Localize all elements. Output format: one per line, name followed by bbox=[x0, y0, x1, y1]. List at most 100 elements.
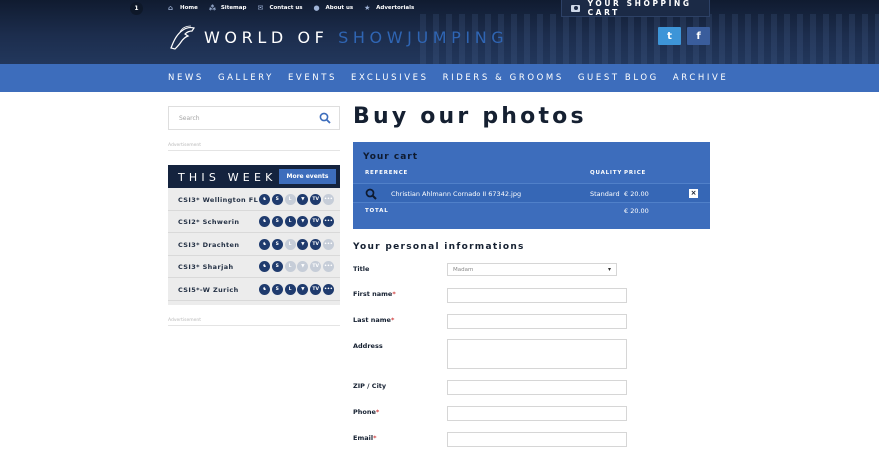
topnav-sitemap[interactable]: ⁂ Sitemap bbox=[208, 3, 247, 12]
event-badge-icon[interactable]: S bbox=[271, 238, 283, 250]
logo-word2: SHOWJUMPING bbox=[338, 27, 509, 47]
event-badges: ♞ S L ▼ TV ••• bbox=[259, 261, 336, 273]
this-week-panel: THIS WEEK More events CSI3* Wellington F… bbox=[168, 165, 340, 305]
event-badge-icon[interactable]: S bbox=[271, 283, 283, 295]
phone-label: Phone* bbox=[353, 408, 379, 416]
event-badge-icon[interactable]: ••• bbox=[322, 216, 334, 228]
event-badge-icon[interactable]: TV bbox=[310, 238, 322, 250]
advertisement-label: Advertisement bbox=[168, 143, 340, 151]
event-row[interactable]: CSI2* Schwerin ♞ S L ▼ TV ••• bbox=[168, 211, 340, 234]
event-badge-icon[interactable]: ••• bbox=[322, 194, 334, 205]
last-name-label: Last name* bbox=[353, 316, 394, 324]
event-badge-icon[interactable]: ♞ bbox=[259, 238, 270, 250]
search-placeholder: Search bbox=[179, 115, 200, 122]
nav-riders-grooms[interactable]: RIDERS & GROOMS bbox=[443, 73, 564, 83]
event-name[interactable]: CSI3* Wellington FL bbox=[178, 196, 258, 204]
topnav-home[interactable]: ⌂ Home bbox=[168, 3, 198, 12]
shopping-cart-label: YOUR SHOPPING CART bbox=[587, 0, 692, 17]
zip-city-field[interactable] bbox=[447, 380, 627, 395]
cart-item-row: Christian Ahlmann Cornado II 67342.jpg S… bbox=[353, 183, 710, 203]
home-icon: ⌂ bbox=[168, 3, 174, 12]
event-badge-icon[interactable]: ♞ bbox=[259, 283, 270, 295]
first-name-label: First name* bbox=[353, 290, 396, 298]
event-badge-icon[interactable]: ▼ bbox=[297, 283, 309, 295]
address-field[interactable] bbox=[447, 339, 627, 369]
cart-item-price: € 20.00 bbox=[624, 190, 649, 198]
search-icon[interactable] bbox=[319, 112, 331, 124]
event-badge-icon[interactable]: L bbox=[284, 283, 296, 295]
last-name-field[interactable] bbox=[447, 314, 627, 329]
event-badge-icon[interactable]: TV bbox=[310, 261, 322, 273]
event-badge-icon[interactable]: ▼ bbox=[297, 261, 309, 273]
event-badge-icon[interactable]: ▼ bbox=[297, 194, 309, 205]
more-events-button[interactable]: More events bbox=[279, 169, 336, 184]
sitemap-icon: ⁂ bbox=[208, 3, 217, 12]
event-badge-icon[interactable]: L bbox=[284, 194, 296, 205]
topnav-advertorials-label: Advertorials bbox=[376, 5, 415, 11]
mail-icon: ✉ bbox=[257, 3, 264, 12]
event-badge-icon[interactable]: ▼ bbox=[297, 216, 309, 228]
twitter-button[interactable]: t bbox=[658, 27, 681, 45]
nav-events[interactable]: EVENTS bbox=[288, 73, 337, 83]
topnav-contact[interactable]: ✉ Contact us bbox=[257, 3, 302, 12]
event-badge-icon[interactable]: L bbox=[284, 238, 296, 250]
facebook-button[interactable]: f bbox=[687, 27, 710, 45]
this-week-title: THIS WEEK bbox=[178, 171, 277, 184]
topnav-advertorials[interactable]: ★ Advertorials bbox=[364, 4, 415, 12]
cart-panel: Your cart REFERENCE QUALITY PRICE Christ… bbox=[353, 142, 710, 229]
event-badge-icon[interactable]: L bbox=[284, 216, 296, 228]
event-badges: ♞ S L ▼ TV ••• bbox=[259, 238, 336, 250]
event-badge-icon[interactable]: ••• bbox=[322, 238, 334, 250]
event-badge-icon[interactable]: TV bbox=[310, 216, 322, 228]
cart-col-price: PRICE bbox=[624, 170, 647, 176]
event-name[interactable]: CSI3* Sharjah bbox=[178, 263, 234, 271]
cart-item-file: Christian Ahlmann Cornado II 67342.jpg bbox=[391, 190, 522, 198]
cart-total-label: TOTAL bbox=[365, 208, 389, 214]
topnav-sitemap-label: Sitemap bbox=[220, 5, 247, 11]
event-badge-icon[interactable]: ♞ bbox=[259, 216, 270, 228]
phone-field[interactable] bbox=[447, 406, 627, 421]
event-badge-icon[interactable]: ▼ bbox=[297, 238, 309, 250]
event-badge-icon[interactable]: S bbox=[271, 194, 283, 205]
event-badges: ♞ S L ▼ TV ••• bbox=[259, 194, 336, 205]
email-label-text: Email bbox=[353, 434, 374, 442]
cart-count-badge: 1 bbox=[130, 1, 143, 15]
event-badge-icon[interactable]: L bbox=[284, 261, 296, 273]
site-logo[interactable]: WORLD OF SHOWJUMPING bbox=[168, 22, 508, 52]
nav-guest-blog[interactable]: GUEST BLOG bbox=[578, 73, 659, 83]
email-field[interactable] bbox=[447, 432, 627, 447]
event-badge-icon[interactable]: S bbox=[271, 216, 283, 228]
nav-gallery[interactable]: GALLERY bbox=[218, 73, 274, 83]
event-name[interactable]: CSI2* Schwerin bbox=[178, 218, 239, 226]
last-name-label-text: Last name bbox=[353, 316, 391, 324]
nav-exclusives[interactable]: EXCLUSIVES bbox=[351, 73, 429, 83]
event-name[interactable]: CSI5*-W Zurich bbox=[178, 286, 239, 294]
logo-word1: WORLD OF bbox=[204, 27, 329, 47]
nav-news[interactable]: NEWS bbox=[168, 73, 204, 83]
shopping-cart-widget[interactable]: YOUR SHOPPING CART 1 bbox=[130, 0, 710, 17]
page-title: Buy our photos bbox=[353, 104, 587, 129]
cart-col-quality: QUALITY bbox=[590, 170, 623, 176]
event-badge-icon[interactable]: S bbox=[271, 261, 283, 273]
event-badge-icon[interactable]: ••• bbox=[322, 283, 334, 295]
topnav-about[interactable]: ● About us bbox=[314, 4, 354, 12]
title-select[interactable]: Madam ▾ bbox=[447, 263, 617, 276]
event-badge-icon[interactable]: TV bbox=[310, 194, 322, 205]
event-badge-icon[interactable]: ♞ bbox=[259, 194, 270, 205]
search-input[interactable]: Search bbox=[168, 106, 340, 130]
email-label: Email* bbox=[353, 434, 376, 442]
event-row[interactable]: CSI5*-W Zurich ♞ S L ▼ TV ••• bbox=[168, 279, 340, 301]
event-name[interactable]: CSI3* Drachten bbox=[178, 241, 239, 249]
event-badge-icon[interactable]: ••• bbox=[322, 261, 334, 273]
event-row[interactable]: CSI3* Drachten ♞ S L ▼ TV ••• bbox=[168, 234, 340, 256]
nav-archive[interactable]: ARCHIVE bbox=[673, 73, 729, 83]
first-name-label-text: First name bbox=[353, 290, 393, 298]
first-name-field[interactable] bbox=[447, 288, 627, 303]
remove-item-icon[interactable]: × bbox=[689, 189, 698, 198]
event-badge-icon[interactable]: ♞ bbox=[259, 261, 270, 273]
event-row[interactable]: CSI3* Sharjah ♞ S L ▼ TV ••• bbox=[168, 256, 340, 279]
event-badge-icon[interactable]: TV bbox=[310, 283, 322, 295]
event-row[interactable]: CSI3* Wellington FL ♞ S L ▼ TV ••• bbox=[168, 189, 340, 211]
magnify-icon[interactable] bbox=[365, 188, 377, 200]
topnav-about-label: About us bbox=[325, 5, 354, 11]
